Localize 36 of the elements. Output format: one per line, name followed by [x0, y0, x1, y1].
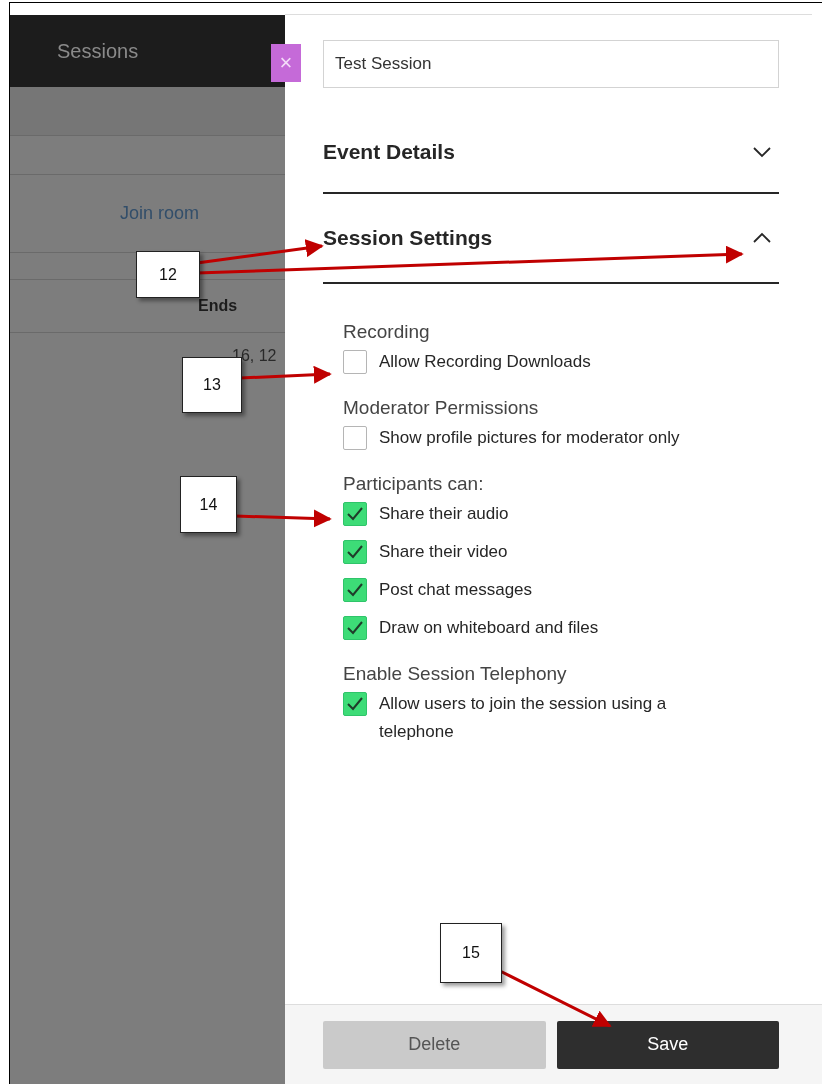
callout-number: 12: [136, 251, 200, 298]
checkbox[interactable]: [343, 426, 367, 450]
section-header[interactable]: Session Settings: [323, 194, 779, 284]
session-name-field[interactable]: Test Session: [323, 40, 779, 88]
group-heading: Moderator Permissions: [343, 396, 540, 420]
checkbox[interactable]: [343, 616, 367, 640]
option-label: Share their audio: [379, 503, 509, 525]
column-heading: Ends: [198, 297, 238, 315]
option-label: Draw on whiteboard and files: [379, 617, 599, 639]
checkbox[interactable]: [343, 350, 367, 374]
group-heading: Participants can:: [343, 472, 485, 496]
chevron-up-icon: [753, 232, 771, 244]
group-heading: Recording: [343, 320, 431, 344]
checkmark-icon: [347, 583, 363, 597]
checkbox[interactable]: [343, 578, 367, 602]
checkbox[interactable]: [343, 540, 367, 564]
option-label: Allow Recording Downloads: [379, 351, 591, 373]
group-heading: Enable Session Telephony: [343, 662, 568, 686]
checkbox[interactable]: [343, 692, 367, 716]
callout-number: 14: [180, 476, 237, 533]
option-label: Show profile pictures for moderator only: [379, 427, 680, 449]
chevron-down-icon: [753, 146, 771, 158]
delete-button[interactable]: Delete: [323, 1020, 546, 1069]
checkmark-icon: [347, 621, 363, 635]
option-label: Post chat messages: [379, 579, 533, 601]
callout-number: 13: [182, 357, 242, 413]
option-label: Allow users to join the session using a telephone: [379, 693, 668, 743]
checkmark-icon: [347, 697, 363, 711]
checkmark-icon: [347, 545, 363, 559]
save-button[interactable]: Save: [556, 1020, 779, 1069]
sessions-title: Sessions: [57, 39, 139, 63]
checkbox[interactable]: [343, 502, 367, 526]
callout-number: 15: [440, 923, 502, 983]
checkmark-icon: [347, 507, 363, 521]
option-label: Share their video: [379, 541, 508, 563]
section-header[interactable]: Event Details: [323, 88, 779, 194]
